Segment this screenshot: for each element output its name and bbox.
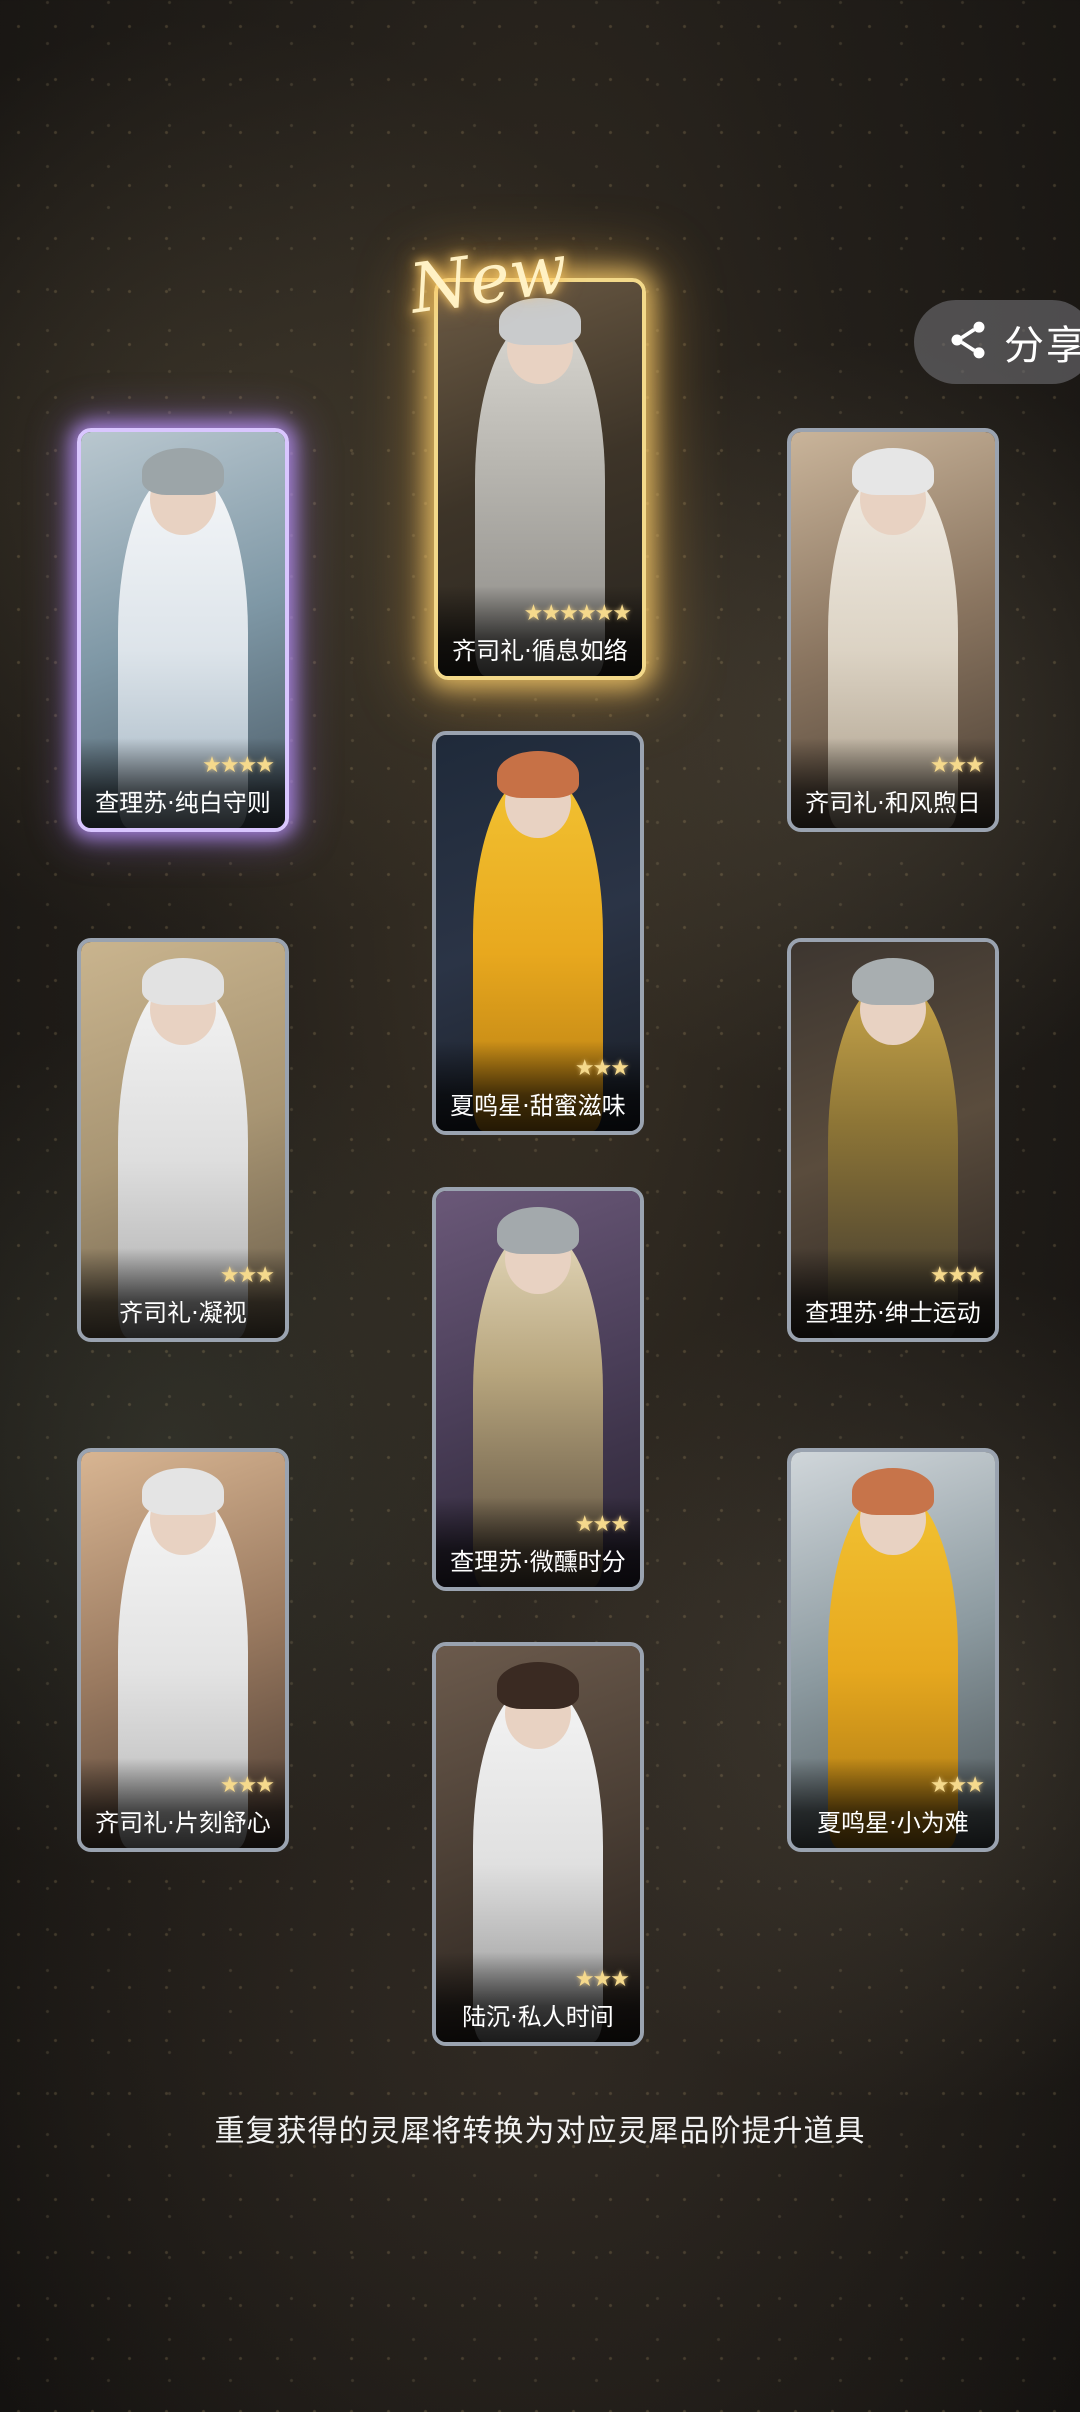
- card-stars: ★★★: [929, 753, 985, 778]
- card-qisili-pianke[interactable]: ★★★ 齐司礼·片刻舒心: [77, 1448, 289, 1852]
- card-stars: ★★★: [929, 1773, 985, 1798]
- card-stars: ★★★★★★: [523, 601, 632, 626]
- card-stars: ★★★: [219, 1263, 275, 1288]
- card-name: 查理苏·纯白守则: [95, 789, 271, 817]
- card-chalisu-weixun[interactable]: ★★★ 查理苏·微醺时分: [432, 1187, 644, 1591]
- card-name: 齐司礼·片刻舒心: [95, 1809, 271, 1837]
- card-name: 夏鸣星·甜蜜滋味: [450, 1092, 626, 1120]
- card-name: 齐司礼·凝视: [119, 1299, 247, 1327]
- share-icon: [946, 318, 990, 366]
- card-name: 查理苏·绅士运动: [805, 1299, 981, 1327]
- card-name: 查理苏·微醺时分: [450, 1548, 626, 1576]
- card-name: 陆沉·私人时间: [462, 2003, 614, 2031]
- card-stars: ★★★: [929, 1263, 985, 1288]
- card-luchen-siren[interactable]: ★★★ 陆沉·私人时间: [432, 1642, 644, 2046]
- card-name: 齐司礼·和风煦日: [805, 789, 981, 817]
- card-chalisu-chunbai[interactable]: ★★★★ 查理苏·纯白守则: [77, 428, 289, 832]
- card-stars: ★★★★: [202, 753, 275, 778]
- card-qisili-hefeng[interactable]: ★★★ 齐司礼·和风煦日: [787, 428, 999, 832]
- card-stars: ★★★: [574, 1512, 630, 1537]
- card-chalisu-shenshi[interactable]: ★★★ 查理苏·绅士运动: [787, 938, 999, 1342]
- card-qisili-ningshi[interactable]: ★★★ 齐司礼·凝视: [77, 938, 289, 1342]
- share-button[interactable]: 分享: [914, 300, 1080, 384]
- card-stars: ★★★: [574, 1056, 630, 1081]
- card-stars: ★★★: [219, 1773, 275, 1798]
- share-label: 分享: [1004, 323, 1080, 369]
- card-xiamingxing-tianmi[interactable]: ★★★ 夏鸣星·甜蜜滋味: [432, 731, 644, 1135]
- card-name: 夏鸣星·小为难: [817, 1809, 969, 1837]
- card-xiamingxing-xiaoweinan[interactable]: ★★★ 夏鸣星·小为难: [787, 1448, 999, 1852]
- card-name: 齐司礼·循息如络: [452, 637, 628, 665]
- duplicate-conversion-note: 重复获得的灵犀将转换为对应灵犀品阶提升道具: [214, 2114, 866, 2149]
- card-qisili-xunxi[interactable]: ★★★★★★ 齐司礼·循息如络: [434, 278, 646, 680]
- card-stars: ★★★: [574, 1967, 630, 1992]
